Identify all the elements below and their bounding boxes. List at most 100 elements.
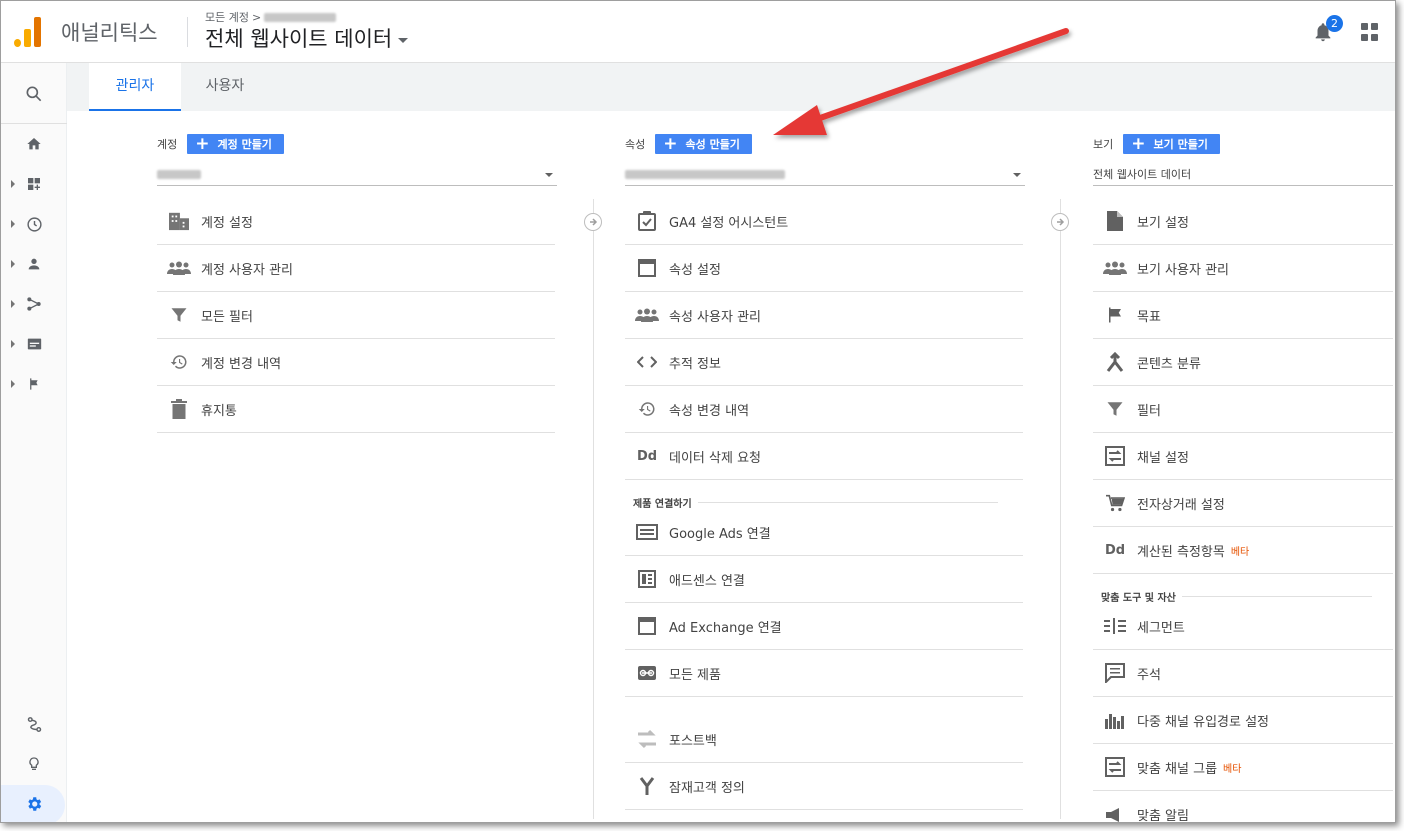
customization-icon[interactable] [1, 169, 67, 199]
adsense-link-item[interactable]: 애드센스 연결 [625, 556, 1023, 603]
column-divider [593, 199, 594, 819]
account-settings-item[interactable]: 계정 설정 [157, 198, 555, 245]
item-label: 데이터 삭제 요청 [669, 450, 761, 466]
admin-content: 계정 + 계정 만들기 계정 설정 계정 사용자 관리 모든 필터 계정 변경 … [89, 111, 1395, 822]
account-user-management-item[interactable]: 계정 사용자 관리 [157, 245, 555, 292]
ad-exchange-link-item[interactable]: Ad Exchange 연결 [625, 603, 1023, 650]
property-change-history-item[interactable]: 속성 변경 내역 [625, 386, 1023, 433]
rail-divider [1, 123, 67, 124]
mcf-settings-item[interactable]: 다중 채널 유입경로 설정 [1093, 697, 1393, 744]
account-header: 계정 + 계정 만들기 [157, 134, 284, 154]
property-user-management-item[interactable]: 속성 사용자 관리 [625, 292, 1023, 339]
item-label: Ad Exchange 연결 [669, 620, 782, 636]
create-property-button[interactable]: + 속성 만들기 [655, 134, 752, 154]
item-label: 전자상거래 설정 [1137, 497, 1225, 513]
account-change-history-item[interactable]: 계정 변경 내역 [157, 339, 555, 386]
view-label: 보기 [1093, 138, 1114, 151]
ga4-setup-assistant-item[interactable]: GA4 설정 어시스턴트 [625, 198, 1023, 245]
account-selector[interactable] [157, 163, 557, 186]
item-label: 주석 [1137, 667, 1161, 683]
code-icon [625, 355, 669, 369]
side-rail [1, 63, 67, 822]
beta-badge: 베타 [1223, 763, 1242, 775]
trash-item[interactable]: 휴지통 [157, 386, 555, 433]
item-label: 모든 제품 [669, 667, 721, 683]
tab-admin[interactable]: 관리자 [89, 63, 181, 111]
filters-item[interactable]: 필터 [1093, 386, 1393, 433]
people-icon [157, 261, 201, 275]
create-account-button[interactable]: + 계정 만들기 [187, 134, 284, 154]
discover-lightbulb-icon[interactable] [1, 749, 67, 779]
section-title: 맞춤 도구 및 자산 [1101, 593, 1176, 604]
swap-icon [625, 729, 669, 749]
item-label: 세그먼트 [1137, 620, 1185, 636]
item-label: 속성 설정 [669, 262, 721, 278]
plus-icon: + [195, 133, 210, 154]
section-title: 제품 연결하기 [633, 499, 692, 510]
dropdown-caret-icon [545, 173, 553, 177]
conversions-flag-icon[interactable] [1, 369, 67, 399]
window: 애널리틱스 모든 계정 > 전체 웹사이트 데이터 2 관리자 사용자 계정 +… [0, 0, 1396, 823]
channel-settings-item[interactable]: 채널 설정 [1093, 433, 1393, 480]
create-view-label: 보기 만들기 [1153, 138, 1208, 151]
view-title: 전체 웹사이트 데이터 [205, 27, 393, 51]
item-label: 필터 [1137, 403, 1161, 419]
filter-icon [1093, 400, 1137, 418]
custom-tools-section: 맞춤 도구 및 자산 [1101, 589, 1372, 604]
audience-definitions-item[interactable]: 잠재고객 정의 [625, 763, 1023, 810]
building-icon [157, 211, 201, 231]
beta-badge: 베타 [1230, 546, 1250, 558]
view-selected: 전체 웹사이트 데이터 [1093, 168, 1192, 181]
calculated-metrics-item[interactable]: Dd 계산된 측정항목 베타 [1093, 527, 1393, 574]
view-settings-item[interactable]: 보기 설정 [1093, 198, 1393, 245]
tab-user[interactable]: 사용자 [181, 63, 269, 111]
attribution-path-icon[interactable] [1, 709, 67, 739]
all-filters-item[interactable]: 모든 필터 [157, 292, 555, 339]
analytics-logo-icon[interactable] [14, 17, 42, 47]
ecommerce-settings-item[interactable]: 전자상거래 설정 [1093, 480, 1393, 527]
dropdown-caret-icon [1013, 173, 1021, 177]
search-icon[interactable] [1, 79, 67, 109]
data-deletion-request-item[interactable]: Dd 데이터 삭제 요청 [625, 433, 1023, 480]
goals-item[interactable]: 목표 [1093, 292, 1393, 339]
custom-channel-grouping-item[interactable]: 맞춤 채널 그룹 베타 [1093, 744, 1393, 791]
view-selector[interactable]: 전체 웹사이트 데이터 [205, 23, 409, 53]
annotation-arrow-icon [773, 28, 1069, 135]
audience-person-icon[interactable] [1, 249, 67, 279]
property-selector[interactable] [625, 163, 1025, 186]
item-label: 계정 사용자 관리 [201, 262, 293, 278]
admin-gear-icon[interactable] [1, 789, 67, 819]
item-label: 휴지통 [201, 403, 237, 419]
link-icon [625, 665, 669, 681]
item-label: 계정 설정 [201, 215, 253, 231]
realtime-clock-icon[interactable] [1, 209, 67, 239]
property-label: 속성 [625, 138, 646, 151]
postback-item[interactable]: 포스트백 [625, 716, 1023, 763]
filter-icon [157, 306, 201, 324]
content-grouping-item[interactable]: 콘텐츠 분류 [1093, 339, 1393, 386]
view-user-management-item[interactable]: 보기 사용자 관리 [1093, 245, 1393, 292]
product-linking-section: 제품 연결하기 [633, 495, 998, 510]
custom-alerts-item[interactable]: 맞춤 알림 [1093, 791, 1393, 822]
view-dropdown[interactable]: 전체 웹사이트 데이터 [1093, 163, 1393, 186]
behavior-icon[interactable] [1, 329, 67, 359]
ads-icon [625, 524, 669, 540]
segments-item[interactable]: 세그먼트 [1093, 603, 1393, 650]
apps-grid-icon[interactable] [1361, 23, 1379, 41]
annotations-item[interactable]: 주석 [1093, 650, 1393, 697]
property-settings-item[interactable]: 속성 설정 [625, 245, 1023, 292]
acquisition-icon[interactable] [1, 289, 67, 319]
google-ads-link-item[interactable]: Google Ads 연결 [625, 509, 1023, 556]
all-products-item[interactable]: 모든 제품 [625, 650, 1023, 697]
item-label: 추적 정보 [669, 356, 721, 372]
merge-icon [1093, 352, 1137, 372]
window-icon [625, 617, 669, 635]
window-icon [625, 259, 669, 277]
create-view-button[interactable]: + 보기 만들기 [1123, 134, 1220, 154]
item-label: 포스트백 [669, 733, 717, 749]
column-arrow-icon [584, 213, 602, 231]
tracking-info-item[interactable]: 추적 정보 [625, 339, 1023, 386]
bars-icon [1093, 711, 1137, 729]
section-divider [697, 502, 998, 503]
home-icon[interactable] [1, 129, 67, 159]
